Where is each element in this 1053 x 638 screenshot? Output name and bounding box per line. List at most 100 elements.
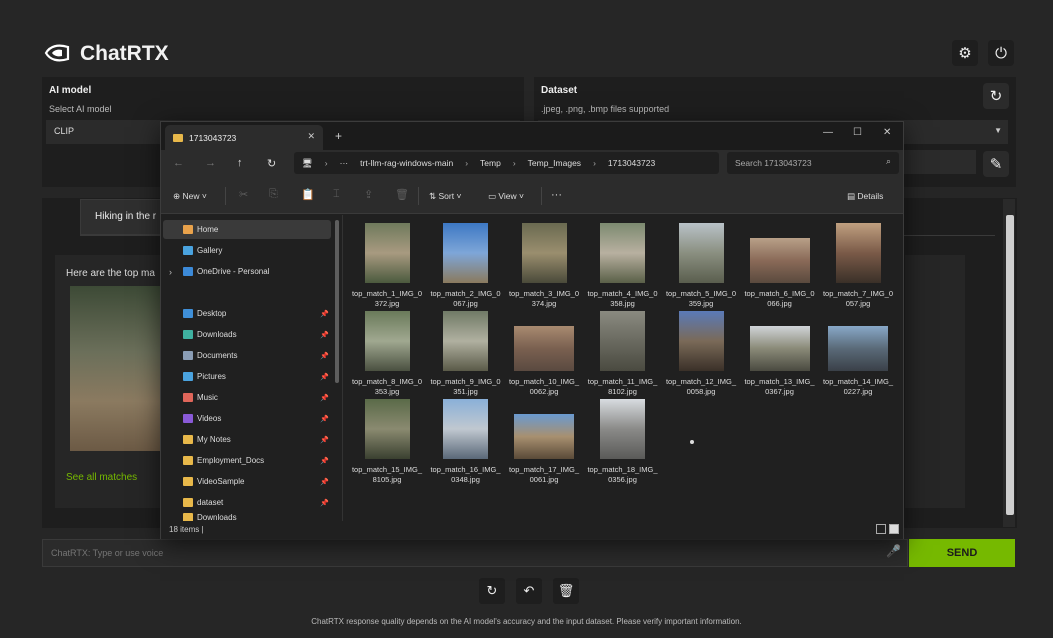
image-thumbnail[interactable] — [600, 399, 645, 459]
close-window-button[interactable]: ✕ — [883, 127, 891, 138]
close-tab-icon[interactable]: ✕ — [307, 131, 315, 142]
file-item[interactable]: top_match_3_IMG_0374.jpg — [508, 223, 580, 309]
sidebar-item[interactable]: Music 📌 — [163, 388, 331, 407]
sidebar-item[interactable]: Pictures 📌 — [163, 367, 331, 386]
regenerate-button[interactable]: ↻ — [479, 578, 505, 604]
details-button[interactable]: ▤ Details — [847, 191, 883, 202]
file-item[interactable]: top_match_13_IMG_0367.jpg — [744, 311, 816, 397]
cut-icon[interactable]: ✂ — [239, 188, 248, 201]
sidebar-item[interactable]: Downloads 📌 — [163, 325, 331, 344]
image-thumbnail[interactable] — [514, 326, 574, 371]
up-button[interactable]: ↑ — [237, 157, 243, 169]
breadcrumb-item[interactable]: Temp_Images — [528, 158, 581, 168]
refresh-dataset-button[interactable]: ↻ — [983, 83, 1009, 109]
image-thumbnail[interactable] — [514, 414, 574, 459]
image-thumbnail[interactable] — [749, 238, 810, 283]
paste-icon[interactable]: 📋 — [301, 188, 315, 201]
copy-icon[interactable]: ⎘ — [269, 188, 278, 201]
file-item[interactable]: top_match_16_IMG_0348.jpg — [430, 399, 502, 485]
sidebar-item[interactable]: Employment_Docs 📌 — [163, 451, 331, 470]
file-item[interactable]: top_match_8_IMG_0353.jpg — [351, 311, 423, 397]
breadcrumb-item[interactable]: trt-llm-rag-windows-main — [360, 158, 453, 168]
pin-icon[interactable]: 📌 — [320, 352, 329, 360]
pin-icon[interactable]: 📌 — [320, 436, 329, 444]
file-item[interactable]: top_match_14_IMG_0227.jpg — [822, 311, 894, 397]
undo-button[interactable]: ↶ — [516, 578, 542, 604]
image-thumbnail[interactable] — [443, 311, 488, 371]
pin-icon[interactable]: 📌 — [320, 415, 329, 423]
rename-icon[interactable]: ⌶ — [333, 188, 340, 201]
explorer-tab[interactable]: 1713043723 ✕ — [165, 125, 323, 150]
file-item[interactable]: top_match_17_IMG_0061.jpg — [508, 399, 580, 485]
image-thumbnail[interactable] — [521, 223, 567, 283]
sidebar-item[interactable]: Desktop 📌 — [163, 304, 331, 323]
maximize-button[interactable]: ☐ — [853, 127, 862, 138]
sidebar-item[interactable]: Gallery — [163, 241, 331, 260]
file-item[interactable]: top_match_6_IMG_0066.jpg — [744, 223, 816, 309]
see-all-matches-link[interactable]: See all matches — [66, 472, 137, 483]
sidebar-item[interactable]: Documents 📌 — [163, 346, 331, 365]
settings-button[interactable]: ⚙ — [952, 40, 978, 66]
send-button[interactable]: SEND — [909, 539, 1015, 567]
refresh-button[interactable]: ↻ — [267, 157, 276, 170]
image-thumbnail[interactable] — [600, 223, 645, 283]
file-item[interactable]: top_match_11_IMG_8102.jpg — [587, 311, 659, 397]
power-button[interactable]: ⏻ — [988, 40, 1014, 66]
sidebar-item[interactable]: Home — [163, 220, 331, 239]
view-button[interactable]: ▭ View ˅ — [488, 191, 524, 202]
back-button[interactable]: ← — [173, 157, 184, 169]
image-thumbnail[interactable] — [678, 223, 724, 283]
file-item[interactable]: top_match_1_IMG_0372.jpg — [351, 223, 423, 309]
file-item[interactable]: top_match_10_IMG_0062.jpg — [508, 311, 580, 397]
sidebar-item[interactable]: OneDrive - Personal › — [163, 262, 331, 281]
sidebar-item[interactable]: dataset 📌 — [163, 493, 331, 512]
edit-dataset-button[interactable]: ✎ — [983, 151, 1009, 177]
image-thumbnail[interactable] — [828, 326, 888, 371]
ellipsis-icon[interactable]: ··· — [340, 158, 349, 168]
image-thumbnail[interactable] — [364, 399, 410, 459]
pin-icon[interactable]: 📌 — [320, 457, 329, 465]
image-thumbnail[interactable] — [835, 223, 881, 283]
pin-icon[interactable]: 📌 — [320, 310, 329, 318]
chevron-right-icon[interactable]: › — [169, 267, 172, 277]
sidebar-item[interactable]: My Notes 📌 — [163, 430, 331, 449]
details-view-icon[interactable] — [876, 524, 886, 534]
pin-icon[interactable]: 📌 — [320, 394, 329, 402]
file-item[interactable]: top_match_15_IMG_8105.jpg — [351, 399, 423, 485]
chat-input[interactable] — [43, 540, 863, 566]
file-item[interactable]: top_match_5_IMG_0359.jpg — [665, 223, 737, 309]
new-button[interactable]: ⊕ New ˅ — [173, 191, 207, 202]
sort-button[interactable]: ⇅ Sort ˅ — [429, 191, 461, 202]
file-item[interactable]: top_match_18_IMG_0356.jpg — [587, 399, 659, 485]
minimize-button[interactable]: — — [823, 127, 833, 138]
file-item[interactable]: top_match_7_IMG_0057.jpg — [822, 223, 894, 309]
chat-scrollbar[interactable] — [1003, 199, 1015, 527]
microphone-icon[interactable]: 🎤 — [886, 544, 901, 558]
pin-icon[interactable]: 📌 — [320, 499, 329, 507]
pin-icon[interactable]: 📌 — [320, 331, 329, 339]
forward-button[interactable]: → — [205, 157, 216, 169]
share-icon[interactable]: ⇪ — [364, 188, 373, 201]
image-thumbnail[interactable] — [600, 311, 645, 371]
delete-button[interactable]: 🗑 — [553, 578, 579, 604]
explorer-search-input[interactable]: Search 1713043723 ⌕ — [727, 152, 899, 174]
file-item[interactable]: top_match_4_IMG_0358.jpg — [587, 223, 659, 309]
breadcrumb-item[interactable]: 1713043723 — [608, 158, 655, 168]
pin-icon[interactable]: 📌 — [320, 478, 329, 486]
pin-icon[interactable]: 📌 — [320, 373, 329, 381]
trash-icon[interactable]: 🗑 — [395, 188, 409, 201]
more-options-icon[interactable]: ··· — [551, 189, 562, 201]
nav-scrollbar[interactable] — [335, 220, 339, 383]
image-thumbnail[interactable] — [678, 311, 724, 371]
file-item[interactable]: top_match_2_IMG_0067.jpg — [430, 223, 502, 309]
scrollbar-thumb[interactable] — [1006, 215, 1014, 515]
sidebar-item[interactable]: VideoSample 📌 — [163, 472, 331, 491]
bot-result-image[interactable] — [70, 286, 160, 451]
new-tab-button[interactable]: + — [335, 129, 342, 143]
thumbnail-view-icon[interactable] — [889, 524, 899, 534]
breadcrumb-item[interactable]: Temp — [480, 158, 501, 168]
sidebar-item[interactable]: Videos 📌 — [163, 409, 331, 428]
file-item[interactable]: top_match_9_IMG_0351.jpg — [430, 311, 502, 397]
image-thumbnail[interactable] — [749, 326, 810, 371]
image-thumbnail[interactable] — [443, 399, 488, 459]
